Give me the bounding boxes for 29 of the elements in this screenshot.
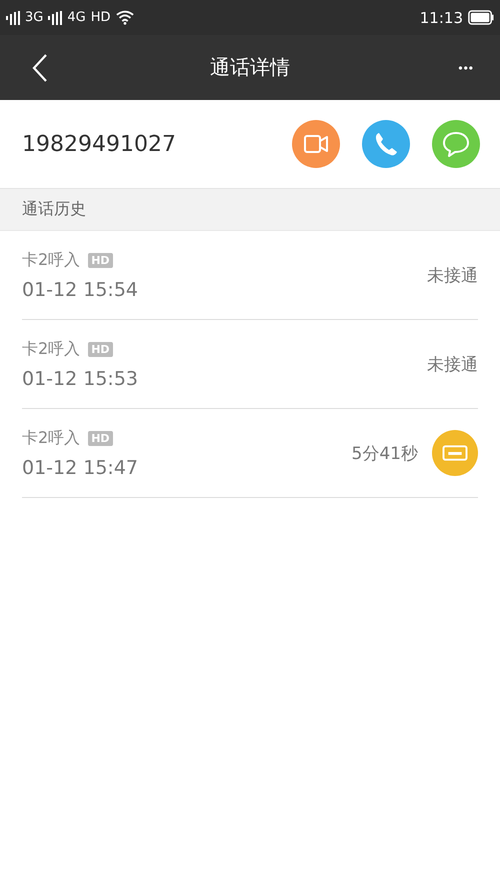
hd-badge: HD	[88, 430, 113, 446]
call-result: 未接通	[427, 354, 478, 376]
hd-label: HD	[90, 10, 111, 25]
phone-number: 19829491027	[22, 132, 176, 156]
call-type: 卡2呼入	[22, 428, 80, 448]
more-button[interactable]: •••	[454, 56, 478, 78]
call-result: 未接通	[427, 264, 478, 286]
video-call-icon[interactable]	[292, 120, 340, 168]
page-title: 通话详情	[210, 54, 290, 81]
message-icon[interactable]	[432, 120, 480, 168]
call-result: 5分41秒	[352, 442, 418, 464]
call-type: 卡2呼入	[22, 338, 80, 360]
phone-icon[interactable]	[362, 120, 410, 168]
battery-icon	[468, 10, 494, 25]
call-time: 01-12 15:54	[22, 278, 138, 300]
signal-icon	[6, 10, 20, 24]
clock: 11:13	[420, 8, 463, 26]
call-time: 01-12 15:53	[22, 368, 138, 390]
back-icon[interactable]	[32, 52, 48, 82]
call-time: 01-12 15:47	[22, 456, 138, 478]
network-label: 3G	[25, 10, 44, 25]
section-header: 通话历史	[0, 188, 500, 230]
recording-icon[interactable]	[432, 430, 478, 476]
call-type: 卡2呼入	[22, 250, 80, 270]
network-label: 4G	[67, 10, 86, 25]
signal-icon	[48, 10, 62, 24]
wifi-icon	[116, 10, 134, 25]
hd-badge: HD	[88, 252, 113, 268]
hd-badge: HD	[88, 342, 113, 356]
